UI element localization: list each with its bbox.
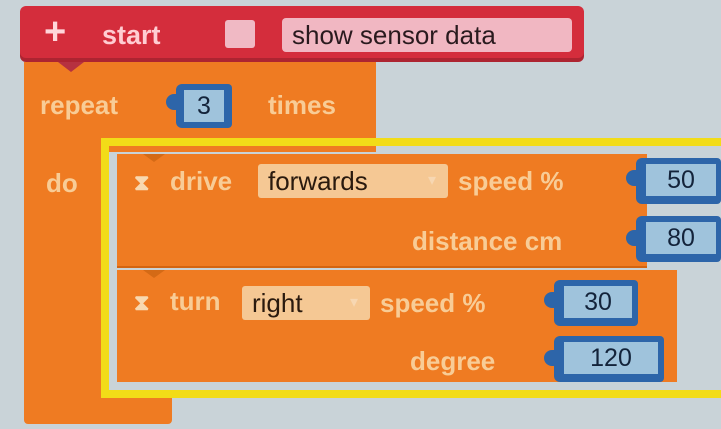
hourglass-icon: ⧗ — [134, 170, 150, 195]
drive-direction-value: forwards — [268, 166, 368, 196]
turn-speed-label: speed % — [380, 288, 486, 318]
chevron-down-icon: ▾ — [349, 294, 358, 311]
turn-direction-dropdown[interactable]: right ▾ — [242, 286, 370, 320]
show-sensor-data-button[interactable]: show sensor data — [282, 18, 572, 52]
drive-distance-label: distance cm — [412, 226, 563, 256]
turn-degree-label: degree — [410, 346, 496, 376]
hourglass-icon: ⧗ — [134, 290, 150, 315]
drive-speed-value[interactable]: 50 — [646, 164, 716, 196]
turn-speed-value[interactable]: 30 — [564, 286, 632, 318]
start-label: start — [102, 20, 161, 50]
turn-label: turn — [170, 286, 221, 316]
drive-distance-value[interactable]: 80 — [646, 222, 716, 254]
turn-degree-value[interactable]: 120 — [564, 342, 658, 374]
show-sensor-checkbox[interactable] — [225, 20, 255, 48]
start-event-block[interactable]: + start show sensor data — [20, 6, 584, 62]
plus-icon[interactable]: + — [44, 12, 66, 52]
drive-direction-dropdown[interactable]: forwards ▾ — [258, 164, 448, 198]
drive-speed-label: speed % — [458, 166, 564, 196]
repeat-count-value[interactable]: 3 — [184, 90, 224, 122]
repeat-block-bottom — [24, 396, 172, 424]
repeat-label: repeat — [40, 90, 119, 120]
chevron-down-icon: ▾ — [427, 172, 436, 189]
turn-direction-value: right — [252, 288, 303, 318]
do-label: do — [46, 168, 78, 198]
times-label: times — [268, 90, 336, 120]
drive-label: drive — [170, 166, 233, 196]
